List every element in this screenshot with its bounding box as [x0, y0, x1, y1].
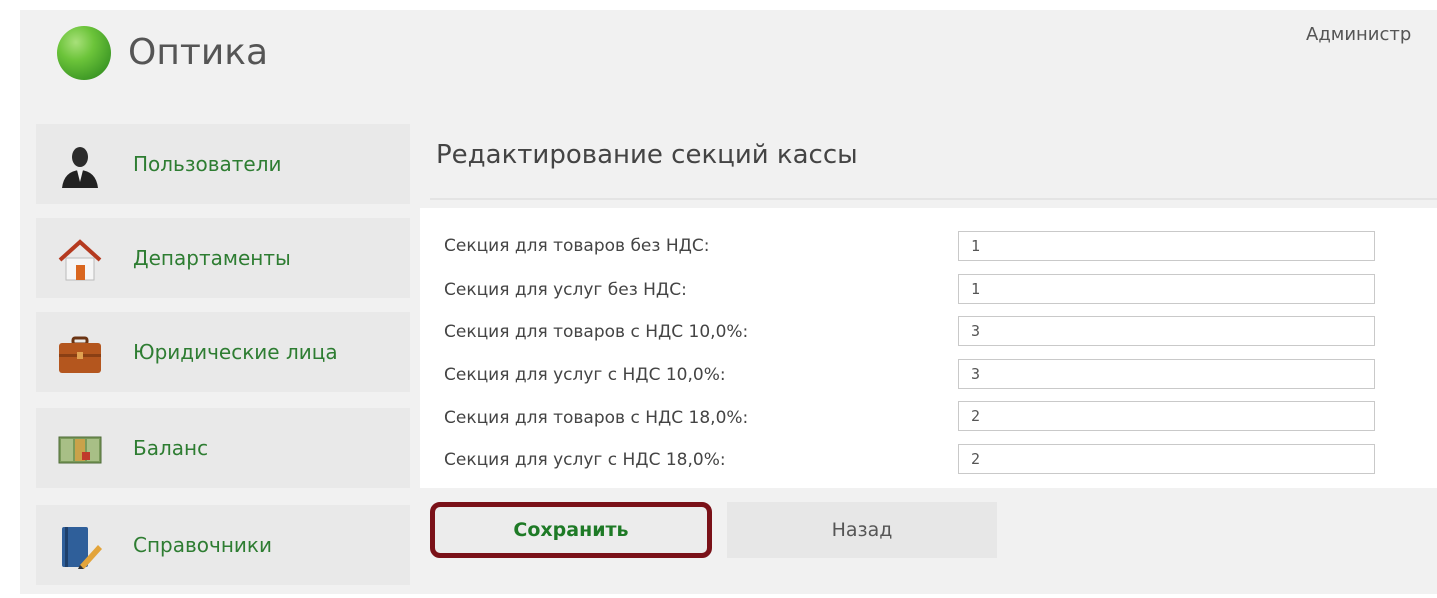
sidebar-item-departments[interactable]: Департаменты — [36, 218, 410, 298]
back-button[interactable]: Назад — [727, 502, 997, 558]
save-button[interactable]: Сохранить — [430, 502, 712, 558]
section-input-services-no-vat[interactable] — [958, 274, 1375, 304]
field-label-services-vat-10: Секция для услуг с НДС 10,0%: — [444, 365, 726, 385]
title-divider — [430, 198, 1437, 200]
field-label-goods-no-vat: Секция для товаров без НДС: — [444, 236, 710, 256]
sidebar-item-references[interactable]: Справочники — [36, 505, 410, 585]
section-input-services-vat-18[interactable] — [958, 444, 1375, 474]
field-label-goods-vat-18: Секция для товаров с НДС 18,0%: — [444, 408, 749, 428]
app-logo — [57, 26, 111, 80]
sidebar-item-label: Пользователи — [133, 152, 282, 176]
field-label-services-no-vat: Секция для услуг без НДС: — [444, 280, 687, 300]
briefcase-icon — [59, 336, 101, 373]
sidebar-item-label: Баланс — [133, 436, 209, 460]
user-menu-link[interactable]: Администр — [1306, 24, 1411, 45]
sidebar-item-label: Справочники — [133, 533, 272, 557]
section-input-services-vat-10[interactable] — [958, 359, 1375, 389]
sidebar-item-legal-entities[interactable]: Юридические лица — [36, 312, 410, 392]
house-icon — [58, 239, 102, 281]
book-pencil-icon — [62, 527, 102, 569]
sidebar-item-balance[interactable]: Баланс — [36, 408, 410, 488]
section-input-goods-vat-18[interactable] — [958, 401, 1375, 431]
sidebar-item-users[interactable]: Пользователи — [36, 124, 410, 204]
app-title: Оптика — [128, 32, 269, 73]
sidebar-item-label: Юридические лица — [133, 340, 338, 364]
page-title: Редактирование секций кассы — [436, 140, 858, 170]
user-icon — [62, 147, 98, 188]
sidebar-item-label: Департаменты — [133, 246, 291, 270]
money-icon — [58, 436, 102, 464]
section-input-goods-no-vat[interactable] — [958, 231, 1375, 261]
section-input-goods-vat-10[interactable] — [958, 316, 1375, 346]
field-label-goods-vat-10: Секция для товаров с НДС 10,0%: — [444, 322, 749, 342]
field-label-services-vat-18: Секция для услуг с НДС 18,0%: — [444, 450, 726, 470]
